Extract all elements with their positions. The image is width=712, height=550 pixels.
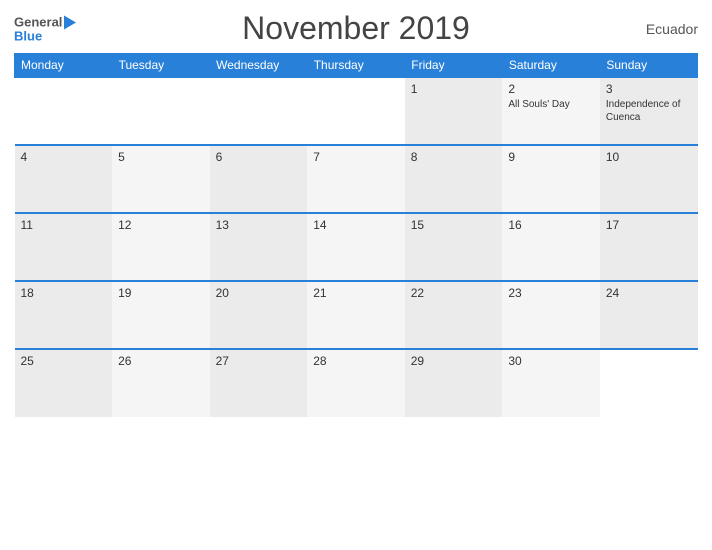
day-number: 11 — [21, 218, 107, 232]
calendar-week-row: 456789 10 — [15, 145, 698, 213]
logo-blue-text: Blue — [14, 29, 76, 42]
calendar-cell: 23 — [502, 281, 600, 349]
calendar-cell: 5 — [112, 145, 210, 213]
calendar-week-row: 25 26 27 28 29 30 — [15, 349, 698, 417]
day-number: 17 — [606, 218, 692, 232]
calendar-cell — [307, 77, 405, 145]
day-number: 9 — [508, 150, 594, 164]
day-number: 24 — [606, 286, 692, 300]
col-sunday: Sunday — [600, 54, 698, 78]
col-saturday: Saturday — [502, 54, 600, 78]
calendar-cell: 8 — [405, 145, 503, 213]
weekday-header-row: Monday Tuesday Wednesday Thursday Friday… — [15, 54, 698, 78]
day-number: 5 — [118, 150, 204, 164]
calendar-cell: 3 Independence of Cuenca — [600, 77, 698, 145]
calendar-cell: 4 — [15, 145, 113, 213]
calendar-cell: 6 — [210, 145, 308, 213]
day-number: 15 — [411, 218, 497, 232]
calendar-cell: 19 — [112, 281, 210, 349]
day-number: 27 — [216, 354, 302, 368]
calendar-cell — [210, 77, 308, 145]
calendar-week-row: 11 12 13 14 15 16 17 — [15, 213, 698, 281]
calendar-cell: 9 — [502, 145, 600, 213]
header: General Blue November 2019 Ecuador — [14, 10, 698, 47]
calendar-cell — [15, 77, 113, 145]
calendar-cell: 27 — [210, 349, 308, 417]
calendar-cell — [112, 77, 210, 145]
col-monday: Monday — [15, 54, 113, 78]
logo: General Blue — [14, 15, 76, 42]
calendar-cell: 25 — [15, 349, 113, 417]
calendar-cell: 2 All Souls' Day — [502, 77, 600, 145]
day-number: 14 — [313, 218, 399, 232]
calendar-cell: 29 — [405, 349, 503, 417]
day-number: 18 — [21, 286, 107, 300]
day-number: 4 — [21, 150, 107, 164]
calendar-cell: 22 — [405, 281, 503, 349]
day-number: 13 — [216, 218, 302, 232]
calendar-cell: 13 — [210, 213, 308, 281]
calendar-cell: 12 — [112, 213, 210, 281]
country-label: Ecuador — [646, 21, 698, 37]
day-number: 30 — [508, 354, 594, 368]
calendar-cell — [600, 349, 698, 417]
event-label: All Souls' Day — [508, 98, 594, 111]
calendar-cell: 10 — [600, 145, 698, 213]
day-number: 21 — [313, 286, 399, 300]
event-label: Independence of Cuenca — [606, 98, 692, 124]
calendar-cell: 14 — [307, 213, 405, 281]
day-number: 29 — [411, 354, 497, 368]
col-wednesday: Wednesday — [210, 54, 308, 78]
calendar-cell: 1 — [405, 77, 503, 145]
day-number: 20 — [216, 286, 302, 300]
day-number: 23 — [508, 286, 594, 300]
calendar-cell: 17 — [600, 213, 698, 281]
calendar-week-row: 12 All Souls' Day 3 Independence of Cuenca — [15, 77, 698, 145]
col-friday: Friday — [405, 54, 503, 78]
day-number: 1 — [411, 82, 497, 96]
day-number: 3 — [606, 82, 692, 96]
calendar-cell: 11 — [15, 213, 113, 281]
calendar-cell: 18 — [15, 281, 113, 349]
calendar-cell: 21 — [307, 281, 405, 349]
calendar-cell: 30 — [502, 349, 600, 417]
day-number: 19 — [118, 286, 204, 300]
calendar-cell: 20 — [210, 281, 308, 349]
calendar-cell: 24 — [600, 281, 698, 349]
day-number: 26 — [118, 354, 204, 368]
day-number: 25 — [21, 354, 107, 368]
logo-triangle-icon — [64, 15, 76, 29]
calendar-table: Monday Tuesday Wednesday Thursday Friday… — [14, 53, 698, 417]
day-number: 12 — [118, 218, 204, 232]
col-tuesday: Tuesday — [112, 54, 210, 78]
day-number: 28 — [313, 354, 399, 368]
calendar-title: November 2019 — [242, 10, 470, 47]
calendar-cell: 7 — [307, 145, 405, 213]
day-number: 10 — [606, 150, 692, 164]
col-thursday: Thursday — [307, 54, 405, 78]
calendar-cell: 16 — [502, 213, 600, 281]
calendar-cell: 26 — [112, 349, 210, 417]
calendar-week-row: 18 19 20 21 22 23 24 — [15, 281, 698, 349]
calendar-cell: 15 — [405, 213, 503, 281]
day-number: 6 — [216, 150, 302, 164]
day-number: 2 — [508, 82, 594, 96]
day-number: 7 — [313, 150, 399, 164]
calendar-page: General Blue November 2019 Ecuador Monda… — [0, 0, 712, 550]
day-number: 16 — [508, 218, 594, 232]
logo-general-text: General — [14, 16, 62, 29]
day-number: 8 — [411, 150, 497, 164]
day-number: 22 — [411, 286, 497, 300]
calendar-cell: 28 — [307, 349, 405, 417]
